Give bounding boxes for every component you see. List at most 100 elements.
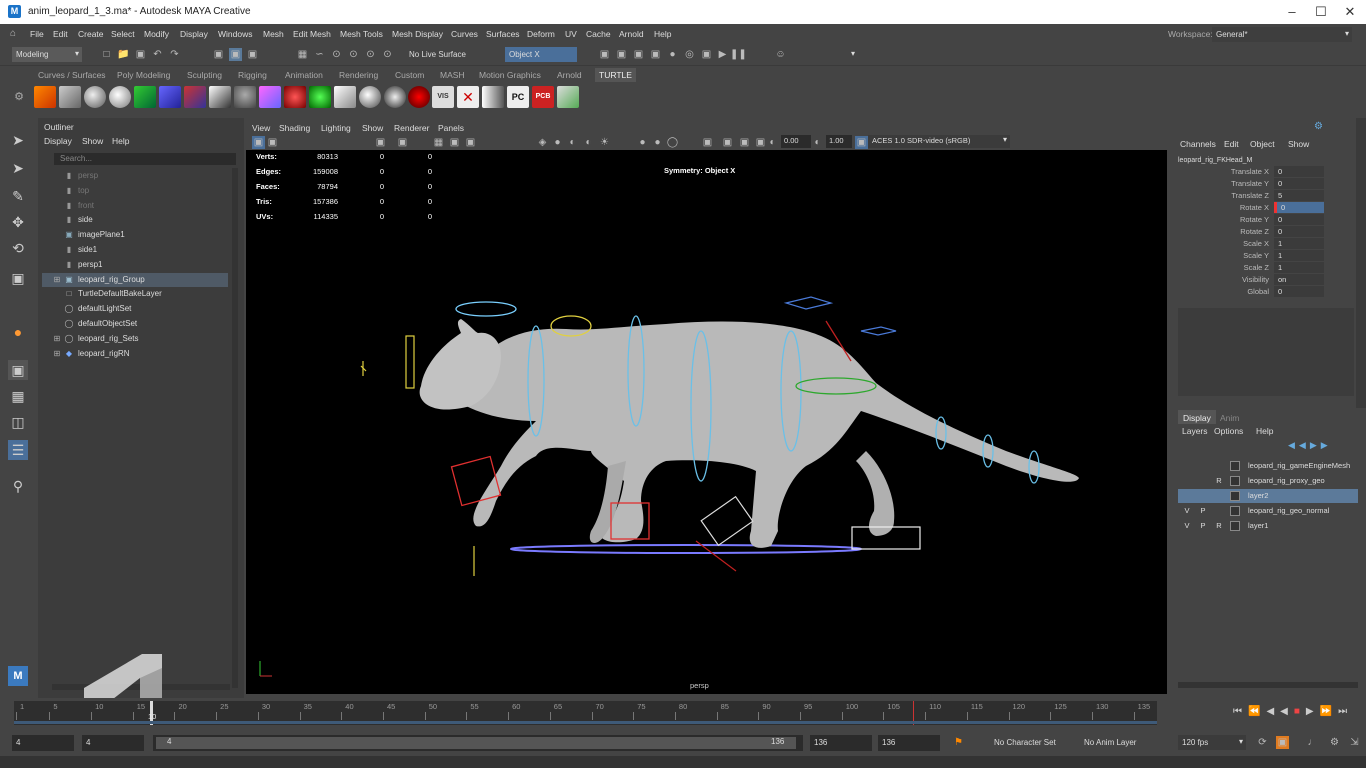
layer-playback-toggle[interactable]: P [1196,506,1210,515]
film-gate-icon[interactable]: ▣ [448,136,461,149]
menuset-dropdown[interactable]: Modeling ▾ [12,47,82,62]
layer-menu-help[interactable]: Help [1256,426,1273,436]
channel-row[interactable]: Rotate Z 0 [1172,226,1354,238]
outliner-item[interactable]: ▮ persp [42,169,228,183]
turtle-red-sphere-icon[interactable] [284,86,306,108]
channel-label[interactable]: Translate X [1231,167,1269,176]
lock-camera-icon[interactable]: ▣ [266,136,279,149]
layer-row[interactable]: layer2 [1178,489,1358,503]
channel-value-field[interactable]: on [1274,274,1324,285]
menu-windows[interactable]: Windows [218,29,252,39]
outliner-scrollbar[interactable] [232,168,238,688]
paint-select-icon[interactable]: ✎ [8,186,28,206]
channel-row[interactable]: Visibility on [1172,274,1354,286]
layer-row[interactable]: V P Rlayer1 [1178,519,1358,533]
animation-preferences-icon[interactable]: ⚙ [1328,736,1341,749]
layer-color-swatch[interactable] [1230,506,1240,516]
menu-surfaces[interactable]: Surfaces [486,29,520,39]
channel-label[interactable]: Scale X [1243,239,1269,248]
gamma-icon[interactable]: ◐ [811,136,824,149]
ambient-occlusion-icon[interactable]: ● [651,136,664,149]
shelf-tab-turtle[interactable]: TURTLE [595,68,636,82]
sculpt-tool-icon[interactable]: ● [8,322,28,342]
pause-render-icon[interactable]: ❚❚ [730,48,747,61]
layer-row[interactable]: leopard_rig_gameEngineMesh [1178,459,1358,473]
animation-end-field[interactable]: 136 [878,735,940,751]
anim-layer-dropdown[interactable]: No Anim Layer [1080,735,1172,750]
outliner-search-input[interactable]: Search... [54,153,236,165]
channel-label[interactable]: Translate Y [1231,179,1269,188]
channel-menu-edit[interactable]: Edit [1224,139,1239,149]
scale-tool-icon[interactable]: ▣ [8,268,28,288]
turtle-green-sphere-icon[interactable] [309,86,331,108]
leopard-model[interactable] [246,121,1167,694]
outliner-menu-help[interactable]: Help [112,136,129,146]
channel-label[interactable]: Translate Z [1231,191,1269,200]
shelf-tab-custom[interactable]: Custom [395,70,424,80]
sound-icon[interactable]: ♩ [1306,736,1319,749]
turtle-reflect-icon[interactable] [408,86,430,108]
viewport-menu-shading[interactable]: Shading [279,123,310,133]
render-view-icon[interactable]: ▣ [598,48,611,61]
shelf-tab-curves-surfaces[interactable]: Curves / Surfaces [38,70,106,80]
channel-value-field[interactable]: 1 [1274,238,1324,249]
shelf-tab-rendering[interactable]: Rendering [339,70,378,80]
turtle-cubes-icon[interactable] [334,86,356,108]
snap-view-plane-icon[interactable]: ⊙ [364,48,377,61]
auto-key-icon[interactable]: ⚑ [952,736,965,749]
layer-visibility-toggle[interactable]: V [1180,506,1194,515]
layer-reference-toggle[interactable]: R [1212,521,1226,530]
menu-arnold[interactable]: Arnold [619,29,644,39]
layer-reference-toggle[interactable]: R [1212,476,1226,485]
outliner-item[interactable]: ▮ front [42,199,228,213]
channel-label[interactable]: Rotate Z [1240,227,1269,236]
channel-value-field[interactable]: 0 [1274,286,1324,297]
turtle-displace-icon[interactable] [159,86,181,108]
use-all-lights-icon[interactable]: ☀ [598,136,611,149]
wireframe-on-shaded-icon[interactable]: ◐ [566,136,579,149]
outliner-item[interactable]: ▮ persp1 [42,258,228,272]
channel-label[interactable]: Global [1247,287,1269,296]
turtle-uv-icon[interactable] [184,86,206,108]
turtle-delete-icon[interactable]: ✕ [457,86,479,108]
shelf-tab-motion-graphics[interactable]: Motion Graphics [479,70,541,80]
layer-color-swatch[interactable] [1230,476,1240,486]
viewport-menu-view[interactable]: View [252,123,270,133]
live-surface-field[interactable]: No Live Surface [405,47,485,62]
exposure-icon[interactable]: ◐ [766,136,779,149]
menu-edit[interactable]: Edit [53,29,68,39]
render-settings-icon[interactable]: ▣ [649,48,662,61]
workspace-dropdown[interactable]: General* ▾ [1212,27,1352,42]
fps-dropdown[interactable]: 120 fps ▾ [1178,735,1246,750]
four-view-icon[interactable]: ▦ [8,386,28,406]
channel-row[interactable]: Scale Y 1 [1172,250,1354,262]
snap-curve-icon[interactable]: ∽ [313,48,326,61]
channel-row[interactable]: Scale X 1 [1172,238,1354,250]
turtle-render-icon[interactable] [59,86,81,108]
outliner-item[interactable]: ▮ side1 [42,243,228,257]
outliner-layout-icon[interactable]: ☰ [8,440,28,460]
new-scene-icon[interactable]: □ [100,48,113,61]
channel-row[interactable]: Scale Z 1 [1172,262,1354,274]
wireframe-icon[interactable]: ◈ [536,136,549,149]
viewport[interactable] [246,121,1167,694]
single-view-icon[interactable]: ▣ [8,360,28,380]
open-scene-icon[interactable]: 📁 [117,48,130,61]
menu-help[interactable]: Help [654,29,671,39]
outliner-item[interactable]: ◯ defaultObjectSet [42,317,228,331]
outliner-item[interactable]: ⊞ ◯ leopard_rig_Sets [42,332,228,346]
channel-value-field[interactable]: 0 [1274,226,1324,237]
go-to-end-icon[interactable]: ⏭ [1338,706,1353,717]
viewport-menu-renderer[interactable]: Renderer [394,123,429,133]
menu-display[interactable]: Display [180,29,208,39]
playback-end-field[interactable]: 136 [810,735,872,751]
snap-grid-icon[interactable]: ▦ [296,48,309,61]
select-component-icon[interactable]: ▣ [246,48,259,61]
menu-file[interactable]: File [30,29,44,39]
channel-row[interactable]: Global 0 [1172,286,1354,298]
layer-h-scrollbar[interactable] [1178,682,1358,688]
image-plane-icon[interactable]: ▣ [396,136,409,149]
menu-mesh-tools[interactable]: Mesh Tools [340,29,383,39]
close-button[interactable]: ✕ [1336,3,1364,21]
menu-mesh-display[interactable]: Mesh Display [392,29,443,39]
